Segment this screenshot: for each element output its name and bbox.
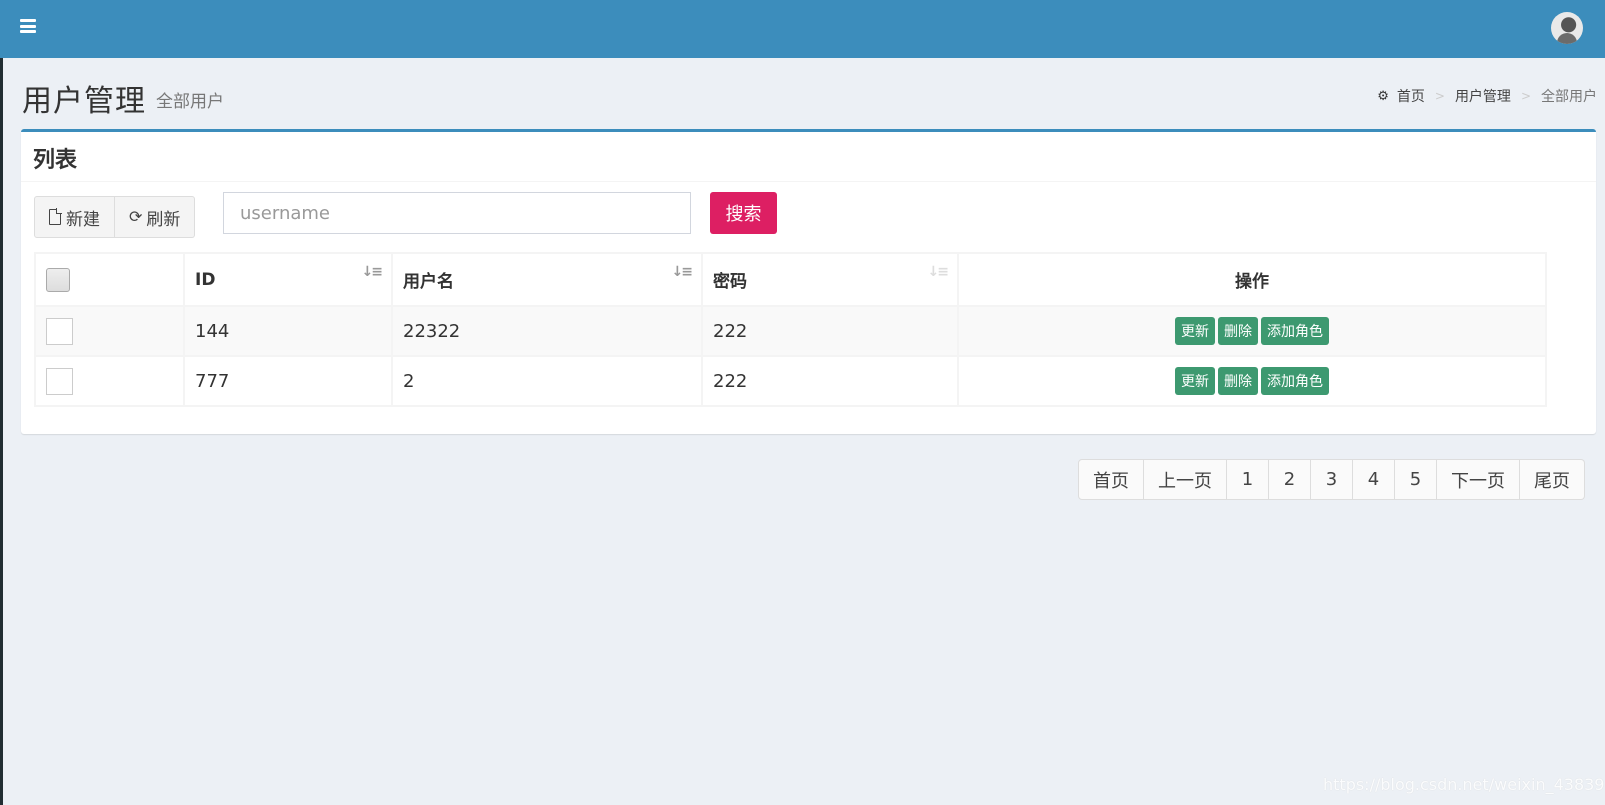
new-button-label: 新建 [66, 209, 100, 229]
update-button[interactable]: 更新 [1175, 317, 1215, 345]
cell-username: 2 [391, 355, 703, 407]
hamburger-icon[interactable] [20, 19, 36, 33]
delete-button[interactable]: 删除 [1218, 367, 1258, 395]
page-subtitle: 全部用户 [156, 92, 224, 112]
select-all-checkbox[interactable] [46, 267, 70, 292]
content-header: 用户管理 全部用户 ⚙ 首页 > 用户管理 > 全部用户 [22, 76, 1597, 119]
column-header-username[interactable]: 用户名 ↓≡ [391, 252, 703, 307]
page-3[interactable]: 3 [1311, 459, 1353, 500]
action-button-group: 新建 ⟳ 刷新 [34, 196, 196, 238]
user-avatar[interactable] [1551, 12, 1583, 44]
box-title: 列表 [33, 148, 78, 173]
column-label-password: 密码 [713, 272, 747, 292]
column-label-actions: 操作 [1235, 272, 1269, 292]
user-table: ID ↓≡ 用户名 ↓≡ 密码 ↓≡ 操作 144 22322 222 更新 删… [34, 252, 1547, 407]
breadcrumb-separator: > [1520, 89, 1531, 103]
breadcrumb-separator: > [1434, 89, 1445, 103]
search-button[interactable]: 搜索 [710, 192, 777, 234]
column-label-id: ID [195, 269, 216, 290]
add-role-button[interactable]: 添加角色 [1261, 317, 1329, 345]
cell-actions: 更新 删除 添加角色 [957, 355, 1547, 407]
page-2[interactable]: 2 [1269, 459, 1311, 500]
refresh-icon: ⟳ [129, 209, 143, 226]
box-header: 列表 [21, 132, 1596, 182]
column-header-password[interactable]: 密码 ↓≡ [701, 252, 959, 307]
file-icon [49, 208, 62, 225]
sort-amount-icon[interactable]: ↓≡ [362, 264, 384, 280]
page-first[interactable]: 首页 [1078, 459, 1144, 500]
toolbar: 新建 ⟳ 刷新 [34, 196, 196, 238]
select-all-header [34, 252, 185, 307]
list-box: 列表 新建 ⟳ 刷新 搜索 ID ↓≡ [21, 129, 1596, 434]
sidebar-edge [0, 58, 3, 805]
table-row: 777 2 222 更新 删除 添加角色 [34, 355, 1547, 407]
breadcrumb: ⚙ 首页 > 用户管理 > 全部用户 [1377, 86, 1597, 106]
top-navbar [0, 0, 1605, 58]
dashboard-icon: ⚙ [1377, 88, 1389, 104]
table-header-row: ID ↓≡ 用户名 ↓≡ 密码 ↓≡ 操作 [34, 252, 1547, 307]
cell-password: 222 [701, 355, 959, 407]
username-search-input[interactable] [223, 192, 691, 234]
watermark: https://blog.csdn.net/weixin_43839613 [1323, 775, 1605, 794]
sort-icon[interactable]: ↓≡ [928, 264, 950, 280]
refresh-button-label: 刷新 [146, 209, 181, 229]
page-1[interactable]: 1 [1227, 459, 1269, 500]
column-header-actions: 操作 [957, 252, 1547, 307]
cell-actions: 更新 删除 添加角色 [957, 305, 1547, 357]
table-row: 144 22322 222 更新 删除 添加角色 [34, 305, 1547, 357]
delete-button[interactable]: 删除 [1218, 317, 1258, 345]
breadcrumb-user-management[interactable]: 用户管理 [1455, 86, 1511, 106]
column-header-id[interactable]: ID ↓≡ [183, 252, 393, 307]
page-title: 用户管理 [22, 84, 146, 119]
pagination: 首页 上一页 1 2 3 4 5 下一页 尾页 [1078, 459, 1585, 500]
page-prev[interactable]: 上一页 [1144, 459, 1227, 500]
cell-password: 222 [701, 305, 959, 357]
update-button[interactable]: 更新 [1175, 367, 1215, 395]
refresh-button[interactable]: ⟳ 刷新 [115, 196, 196, 238]
cell-id: 777 [183, 355, 393, 407]
page-next[interactable]: 下一页 [1437, 459, 1520, 500]
sort-alpha-icon[interactable]: ↓≡ [672, 264, 694, 280]
breadcrumb-current: 全部用户 [1541, 89, 1597, 105]
new-button[interactable]: 新建 [34, 196, 115, 238]
cell-id: 144 [183, 305, 393, 357]
breadcrumb-home[interactable]: 首页 [1397, 86, 1425, 106]
page-5[interactable]: 5 [1395, 459, 1437, 500]
row-checkbox[interactable] [46, 317, 73, 345]
cell-username: 22322 [391, 305, 703, 357]
column-label-username: 用户名 [403, 272, 454, 292]
add-role-button[interactable]: 添加角色 [1261, 367, 1329, 395]
page-last[interactable]: 尾页 [1520, 459, 1585, 500]
row-checkbox[interactable] [46, 367, 73, 395]
page-4[interactable]: 4 [1353, 459, 1395, 500]
